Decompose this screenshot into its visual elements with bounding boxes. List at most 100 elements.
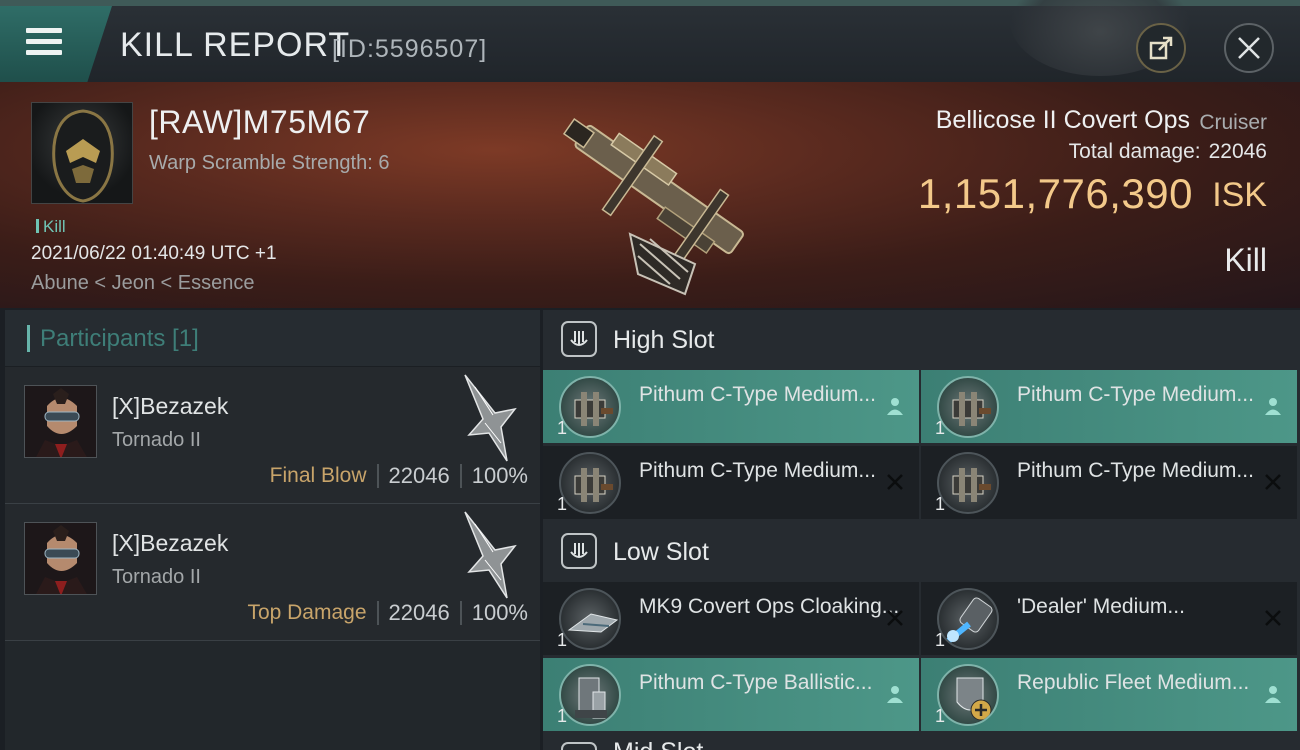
pilot-icon — [1261, 394, 1285, 418]
participants-panel: Participants [1] [X]Bezazek Tornado II F… — [5, 310, 540, 750]
destroyed-x-icon — [1261, 606, 1285, 630]
module-name: Pithum C-Type Medium... — [639, 459, 876, 482]
turret-icon — [559, 452, 621, 514]
module-name: Pithum C-Type Medium... — [1017, 459, 1254, 482]
total-damage-value: 22046 — [1208, 140, 1267, 163]
module-name: 'Dealer' Medium... — [1017, 595, 1185, 618]
warp-scramble-strength: Warp Scramble Strength: 6 — [149, 152, 390, 174]
module-item[interactable]: 1 Pithum C-Type Medium... — [543, 446, 919, 519]
isk-value: 1,151,776,390 — [917, 170, 1193, 217]
destroyed-x-icon — [1261, 470, 1285, 494]
share-icon — [1149, 36, 1173, 60]
high-slot-icon — [561, 321, 597, 357]
participant-role: Top Damage — [247, 601, 367, 624]
module-name: Pithum C-Type Ballistic... — [639, 671, 873, 694]
participant-card[interactable]: [X]Bezazek Tornado II Top Damage 22046 1… — [5, 504, 540, 641]
low-slot-header: Low Slot — [543, 522, 1300, 582]
participant-percent: 100% — [471, 463, 528, 488]
destroyed-x-icon — [883, 470, 907, 494]
title-bar: KILL REPORT [ID:5596507] — [0, 0, 1300, 82]
helmet-icon — [52, 109, 114, 203]
participants-header: Participants [1] — [5, 310, 540, 367]
participant-avatar[interactable] — [24, 385, 97, 458]
module-item[interactable]: 1 Pithum C-Type Medium... — [543, 370, 919, 443]
hamburger-icon — [26, 28, 62, 58]
mid-slot-header: Mid Slot — [543, 736, 1300, 750]
armor-icon — [937, 664, 999, 726]
module-name: Republic Fleet Medium... — [1017, 671, 1250, 694]
ship-image[interactable] — [520, 84, 780, 306]
module-item[interactable]: 1 Pithum C-Type Ballistic... — [543, 658, 919, 731]
victim-avatar[interactable] — [31, 102, 133, 204]
module-item[interactable]: 1 MK9 Covert Ops Cloaking... — [543, 582, 919, 655]
share-button[interactable] — [1136, 23, 1186, 73]
module-item[interactable]: 1 Pithum C-Type Medium... — [921, 446, 1297, 519]
low-slot-icon — [561, 533, 597, 569]
destroyed-x-icon — [883, 606, 907, 630]
divider — [376, 464, 379, 488]
close-icon — [1238, 37, 1260, 59]
isk-unit: ISK — [1212, 176, 1267, 214]
kill-datetime: 2021/06/22 01:40:49 UTC +1 — [31, 243, 277, 264]
module-qty: 1 — [557, 494, 568, 514]
report-id: [ID:5596507] — [332, 35, 488, 63]
participant-damage: 22046 — [388, 463, 450, 488]
divider — [459, 464, 462, 488]
pilot-icon — [883, 394, 907, 418]
divider — [376, 601, 379, 625]
victim-name[interactable]: [RAW]M75M67 — [149, 104, 370, 141]
participant-role: Final Blow — [269, 464, 367, 487]
participant-name[interactable]: [X]Bezazek — [112, 530, 228, 557]
turret-icon — [937, 376, 999, 438]
mid-slot-label: Mid Slot — [613, 738, 703, 750]
high-slot-grid: 1 Pithum C-Type Medium... 1 Pithum C-Typ… — [543, 370, 1300, 522]
low-slot-grid: 1 MK9 Covert Ops Cloaking... 1 'Dealer' … — [543, 582, 1300, 734]
total-damage-label: Total damage: — [1068, 140, 1201, 163]
result-label: Kill — [1224, 242, 1267, 278]
pilot-portrait-icon — [25, 386, 96, 457]
participant-ship: Tornado II — [112, 429, 201, 451]
module-item[interactable]: 1 'Dealer' Medium... — [921, 582, 1297, 655]
fitting-panel: High Slot 1 Pithum C-Type Medium... 1 Pi… — [543, 310, 1300, 750]
module-qty: 1 — [935, 418, 946, 438]
module-name: MK9 Covert Ops Cloaking... — [639, 595, 900, 618]
cloak-icon — [559, 588, 621, 650]
ship-name[interactable]: Bellicose II Covert Ops — [936, 106, 1190, 135]
participant-card[interactable]: [X]Bezazek Tornado II Final Blow 22046 1… — [5, 367, 540, 504]
low-slot-label: Low Slot — [613, 538, 709, 566]
participant-stats: Top Damage 22046 100% — [247, 600, 528, 626]
victim-banner: [RAW]M75M67 Warp Scramble Strength: 6 Ki… — [0, 82, 1300, 308]
participant-ship-image[interactable] — [455, 510, 521, 602]
turret-icon — [937, 452, 999, 514]
close-button[interactable] — [1224, 23, 1274, 73]
participants-title: Participants [1] — [40, 325, 199, 352]
corporation-path[interactable]: Abune < Jeon < Essence — [31, 272, 255, 295]
module-qty: 1 — [935, 630, 946, 650]
pilot-icon — [1261, 682, 1285, 706]
menu-button[interactable] — [0, 6, 112, 82]
ballistic-icon — [559, 664, 621, 726]
ship-class: Cruiser — [1199, 111, 1267, 134]
mid-slot-icon — [561, 742, 597, 750]
participant-ship-image[interactable] — [455, 373, 521, 465]
pilot-icon — [883, 682, 907, 706]
capacitor-icon — [937, 588, 999, 650]
module-qty: 1 — [557, 418, 568, 438]
high-slot-header: High Slot — [543, 310, 1300, 370]
participant-percent: 100% — [471, 600, 528, 625]
divider — [459, 601, 462, 625]
high-slot-label: High Slot — [613, 326, 715, 354]
page-title: KILL REPORT — [120, 26, 351, 64]
module-name: Pithum C-Type Medium... — [639, 383, 876, 406]
module-qty: 1 — [935, 706, 946, 726]
total-damage-row: Total damage: 22046 — [1069, 140, 1267, 164]
participant-name[interactable]: [X]Bezazek — [112, 393, 228, 420]
module-qty: 1 — [557, 630, 568, 650]
module-item[interactable]: 1 Pithum C-Type Medium... — [921, 370, 1297, 443]
participant-avatar[interactable] — [24, 522, 97, 595]
module-item[interactable]: 1 Republic Fleet Medium... — [921, 658, 1297, 731]
participant-damage: 22046 — [388, 600, 450, 625]
header-accent-bar — [27, 325, 30, 352]
kill-tag: Kill — [36, 217, 66, 237]
participant-stats: Final Blow 22046 100% — [270, 463, 528, 489]
